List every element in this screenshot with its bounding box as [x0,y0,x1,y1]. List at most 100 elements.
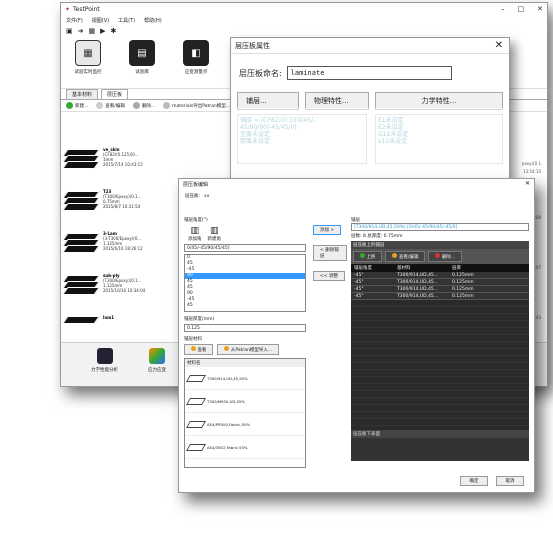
laminate-properties-window: 层压板属性 ✕ 层压板命名: laminate 铺层... 物理特性... 力学… [230,37,510,180]
mechanics-analysis-button[interactable]: 力学性能分析 [91,348,118,381]
new-angle-button[interactable]: ▥ 新建角 [208,226,222,242]
material-buttons: 查看 从Patran模型导入... [184,344,306,355]
edit-icon [392,253,398,258]
adjust-button[interactable]: << 调整 [313,271,345,281]
laminate-name-input[interactable]: laminate [286,66,452,80]
thickness-label: 铺层厚度(mm) [184,317,215,322]
list-item[interactable]: 3-Lam (3-T300/Epoxy)(0... 1.125mm 2015/6/16… [61,227,181,269]
import-icon [224,346,230,351]
angle-icon: ▥ [190,226,199,236]
ribbon-monitor-button[interactable]: ▦ 试验实时监控 [69,40,107,75]
laminate-name-label: 层压板命名: [239,68,282,78]
laminate-icon [62,187,100,215]
export-icon [163,102,171,109]
ok-button[interactable]: 确定 [460,476,488,486]
close-icon[interactable]: ✕ [495,40,503,51]
list-item[interactable]: T23 (T300/Epoxy)(0.1... 0.75mm 2015/8/7 10:… [61,185,181,227]
layup-field[interactable]: (T300/914,UD,45,50%) [0/45/-45/90/45/-45… [351,223,529,231]
ply-icon [185,397,207,405]
analysis-icon [96,348,113,364]
menu-file[interactable]: 文件(F) [66,17,83,24]
laminate-icon [62,229,100,257]
list-item[interactable]: T300/914,UD,45,50% [185,367,305,390]
menu-view[interactable]: 视图(V) [92,17,109,24]
minimize-button[interactable]: – [501,5,505,13]
cancel-button[interactable]: 取消 [496,476,524,486]
list-item[interactable]: sub-ply (T300/Epoxy)(0.1... 1.125mm 2015/10… [61,269,181,311]
angle-input[interactable]: 0/45/-45/90/45/45] [184,244,306,252]
import-patran-button[interactable]: 从Patran模型导入... [217,344,280,355]
ply-icon [185,420,207,428]
ply-icon [185,443,207,451]
menu-tools[interactable]: 工具(T) [118,17,135,24]
view-material-button[interactable]: 查看 [184,344,214,355]
gauge-icon: ◧ [183,40,209,66]
laminate-icon [62,145,100,173]
move-up-button[interactable]: 上移 [353,251,383,262]
laminate-label: 层压板: [185,194,201,199]
tab-basic-material[interactable]: 基本材料 [66,89,99,99]
material-list-header: 材料名 [185,359,305,367]
main-titlebar: ✦ TestPoint – □ ✕ [61,3,547,16]
import-icon[interactable]: ➜ [78,27,84,35]
tab-laminate[interactable]: 层压板 [101,89,129,99]
ribbon-gauge-button[interactable]: ◧ 应变测量点 [177,40,215,75]
app-logo-icon: ✦ [65,6,71,13]
delete-ply-row-button[interactable]: 删除... [428,251,463,262]
table-row[interactable]: -45° T300/914,UD,45... 0.125mm [351,293,529,300]
add-ply-button[interactable]: 添加 > [313,225,342,235]
grid-icon[interactable]: ▦ [89,27,96,35]
maximize-button[interactable]: □ [518,5,525,13]
material-label: 铺层材料 [184,337,202,342]
layup-info: 层数: 8 总厚度: 0.75mm [351,234,403,239]
edit-icon [96,102,104,109]
table-footer: 层压板下表面 [351,430,529,438]
table-row[interactable]: -45° T300/914,UD,45... 0.125mm [351,272,529,279]
angle-icon: ▥ [209,226,219,236]
left-panel: 铺层角度(°) ▥ 添加角 ▥ 新建角 0/45/-45/90/45/45] 0 4… [184,217,306,487]
plus-icon [66,102,73,109]
close-icon[interactable]: ✕ [525,180,530,187]
ribbon-library-button[interactable]: ▤ 试验库 [123,40,161,75]
laminate-titlebar: 层压板属性 ✕ [231,38,509,54]
angle-list[interactable]: 0 45 -45 90 45 45 90 -45 45 [184,254,306,312]
table-title: 层压板上的铺层 [351,241,529,249]
close-button[interactable]: ✕ [537,5,543,13]
dialog-actions: 确定 取消 [460,476,524,486]
toolbar: ▣ ➜ ▦ ▶ ✱ [61,25,547,37]
add-angle-button[interactable]: ▥ 添加角 [188,226,202,242]
laminate-name-value: xx [204,193,210,199]
stress-strain-button[interactable]: 应力应变 [148,348,166,381]
gear-icon[interactable]: ✱ [111,27,117,35]
table-row[interactable]: -45° T300/914,UD,45... 0.125mm [351,286,529,293]
ply-table: 层压板上的铺层 上移 查看/编辑 删除... 铺层角度 基材料 层厚 -45° T30… [351,241,529,461]
delete-button[interactable]: 删除... [132,102,155,109]
middle-buttons: 添加 > < 删除铺层 << 调整 [313,225,347,281]
delete-icon [132,102,140,109]
new-button[interactable]: 新建... [66,102,88,109]
laminate-icon [62,313,100,325]
save-icon[interactable]: ▣ [66,27,73,35]
view-edit-button[interactable]: 查看/编辑 [96,102,125,109]
database-icon: ▤ [129,40,155,66]
thickness-input[interactable]: 0.125 [184,324,306,332]
laminate-name-row: 层压板命名: laminate [231,54,509,86]
table-header: 铺层角度 基材料 层厚 [351,264,529,272]
view-edit-ply-button[interactable]: 查看/编辑 [385,251,426,262]
list-item[interactable]: AS4/PR500,Fabric,50% [185,413,305,436]
list-item[interactable]: T300/M930,UD,55% [185,390,305,413]
export-patran-button[interactable]: materials导出Patran模型... [163,102,230,109]
view-icon [191,346,196,351]
list-item[interactable]: lam1 [61,311,181,329]
material-list[interactable]: 材料名 T300/914,UD,45,50% T300/M930,UD,55% … [184,358,306,468]
list-item[interactable]: AS4/3502,Fabric,55% [185,436,305,459]
delete-ply-button[interactable]: < 删除铺层 [313,245,347,261]
menu-help[interactable]: 帮助(H) [144,17,162,24]
delete-icon [435,253,441,258]
export-icon[interactable]: ▶ [100,27,105,35]
right-panel: 铺层 (T300/914,UD,45,50%) [0/45/-45/90/45/… [351,217,529,462]
list-item[interactable]: 45 [185,303,305,309]
list-item[interactable]: ve_skin (CF82/(0.125)[0... 1mm 2015/7/14 10… [61,143,181,185]
dialog-title: 层压板编辑 [183,181,209,188]
table-row[interactable]: -45° T300/914,UD,45... 0.125mm [351,279,529,286]
